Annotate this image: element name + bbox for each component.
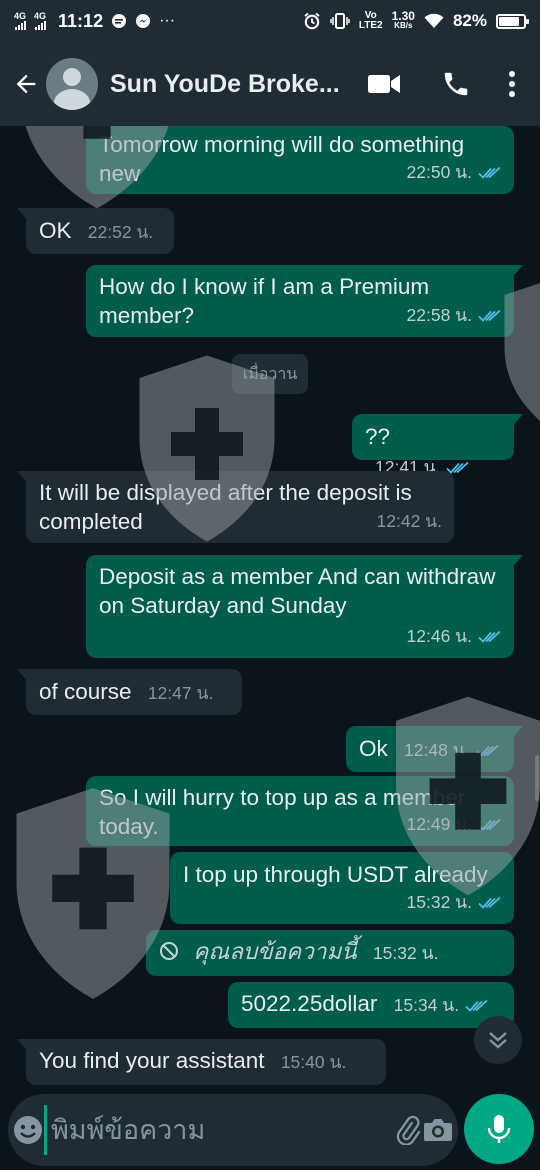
message-bubble-incoming[interactable]: OK 22:52 น. [17, 208, 174, 254]
blocked-icon [160, 942, 178, 960]
message-text: How do I know if I am a Premium member? [99, 274, 430, 328]
message-time: 22:52 น. [87, 222, 154, 242]
clock: 11:12 [58, 10, 104, 31]
network-speed: 1.30 KB/s [391, 9, 415, 30]
deleted-message-text: คุณลบข้อความนี้ [193, 939, 357, 964]
double-check-icon [478, 309, 501, 322]
video-camera-icon [368, 75, 400, 93]
contact-name[interactable]: Sun YouDe Broke... [110, 70, 342, 99]
more-notifications-icon: ··· [159, 12, 176, 29]
message-text: Ok [359, 736, 388, 761]
message-bubble-incoming[interactable]: You find your assistant 15:40 น. [17, 1039, 386, 1085]
message-time: 12:49 น. [406, 814, 472, 834]
voice-record-button[interactable] [464, 1094, 534, 1164]
network-type-1: 4G [14, 11, 27, 21]
messenger-icon [136, 14, 151, 28]
double-check-icon [465, 999, 488, 1012]
message-time: 15:40 น. [280, 1052, 347, 1072]
battery-percent: 82% [452, 11, 487, 30]
more-options-button[interactable] [492, 56, 532, 112]
message-time: 15:32 น. [372, 943, 439, 963]
message-bubble-incoming[interactable]: It will be displayed after the deposit i… [17, 471, 454, 543]
attach-button[interactable] [393, 1100, 423, 1160]
message-bubble-deleted[interactable]: คุณลบข้อความนี้ 15:32 น. [146, 930, 514, 976]
double-chevron-down-icon [489, 1032, 507, 1049]
avatar[interactable] [46, 58, 98, 110]
message-bubble-outgoing[interactable]: 5022.25dollar 15:34 น. [228, 982, 514, 1028]
message-bubble-outgoing[interactable]: ?? 12:41 น. [352, 414, 523, 477]
message-text: It will be displayed after the deposit i… [39, 480, 412, 534]
status-bar: 4G 4G 11:12 ··· Vo LTE2 1.30 KB/s 82% [0, 0, 540, 42]
emoji-button[interactable] [12, 1100, 44, 1160]
camera-icon [424, 1119, 452, 1141]
message-text: ?? [365, 424, 391, 449]
microphone-icon [487, 1115, 511, 1143]
message-text: of course [39, 679, 132, 704]
camera-button[interactable] [423, 1100, 453, 1160]
battery-level-fill [499, 16, 519, 26]
message-bubble-outgoing[interactable]: Deposit as a member And can withdraw on … [86, 555, 523, 658]
scroll-to-bottom-button[interactable] [474, 1016, 522, 1064]
message-meta: 12:49 น. [407, 810, 502, 839]
battery-icon [496, 13, 529, 29]
network-type-2: 4G [34, 11, 47, 21]
more-vert-icon [509, 71, 515, 97]
message-meta: 12:48 น. [404, 736, 499, 765]
volte-indicator: Vo LTE2 [358, 10, 383, 31]
message-text: You find your assistant [39, 1048, 265, 1073]
voice-call-button[interactable] [420, 56, 492, 112]
video-call-button[interactable] [348, 56, 420, 112]
message-bubble-incoming[interactable]: of course 12:47 น. [17, 669, 242, 715]
message-text: Deposit as a member And can withdraw on … [99, 564, 496, 618]
scrollbar-thumb[interactable] [535, 755, 539, 801]
message-time: 15:32 น. [406, 892, 472, 912]
phone-icon [444, 72, 468, 96]
message-meta: 22:58 น. [407, 301, 502, 330]
chat-header: Sun YouDe Broke... [0, 42, 540, 126]
date-divider: เมื่อวาน [232, 354, 308, 394]
message-bubble-outgoing[interactable]: I top up through USDT already 15:32 น. [170, 852, 514, 924]
compose-bar [8, 1094, 458, 1166]
back-button[interactable] [4, 62, 48, 106]
message-bubble-outgoing[interactable]: So I will hurry to top up as a member to… [86, 776, 514, 846]
double-check-icon [478, 818, 501, 831]
message-time: 12:42 น. [376, 511, 442, 531]
notification-icon [112, 14, 127, 28]
alarm-icon [304, 12, 320, 30]
message-time: 12:48 น. [404, 740, 470, 760]
signal-bars-icon [34, 21, 46, 30]
message-time: 12:47 น. [147, 683, 214, 703]
message-time: 22:58 น. [406, 305, 472, 325]
signal-bars-icon [14, 21, 26, 30]
double-check-icon [475, 744, 499, 757]
message-meta: 22:50 น. [407, 158, 502, 187]
message-time: 12:46 น. [406, 626, 472, 646]
double-check-icon [478, 630, 501, 643]
message-meta: 15:34 น. [394, 991, 489, 1020]
message-text: I top up through USDT already [183, 862, 488, 887]
signal-sim2: 4G [34, 12, 46, 30]
wifi-icon [424, 13, 444, 28]
emoji-icon [14, 1116, 42, 1144]
message-bubble-outgoing[interactable]: Ok 12:48 น. [346, 726, 523, 772]
message-text: OK [39, 218, 72, 243]
paperclip-icon [396, 1115, 421, 1145]
message-input[interactable] [44, 1105, 393, 1155]
vibrate-icon [330, 13, 350, 29]
message-bubble-outgoing[interactable]: Tomorrow morning will do something new 2… [86, 126, 514, 194]
message-meta: 15:32 น. [407, 888, 502, 917]
message-text: 5022.25dollar [241, 991, 378, 1016]
message-bubble-outgoing[interactable]: How do I know if I am a Premium member? … [86, 265, 523, 337]
message-meta: 12:46 น. [407, 622, 502, 651]
double-check-icon [478, 166, 501, 179]
arrow-left-icon [16, 74, 36, 94]
message-list[interactable]: Tomorrow morning will do something new 2… [0, 126, 540, 1086]
double-check-icon [478, 896, 501, 909]
message-time: 15:34 น. [393, 995, 460, 1015]
signal-sim1: 4G [14, 12, 26, 30]
message-time: 22:50 น. [406, 162, 472, 182]
